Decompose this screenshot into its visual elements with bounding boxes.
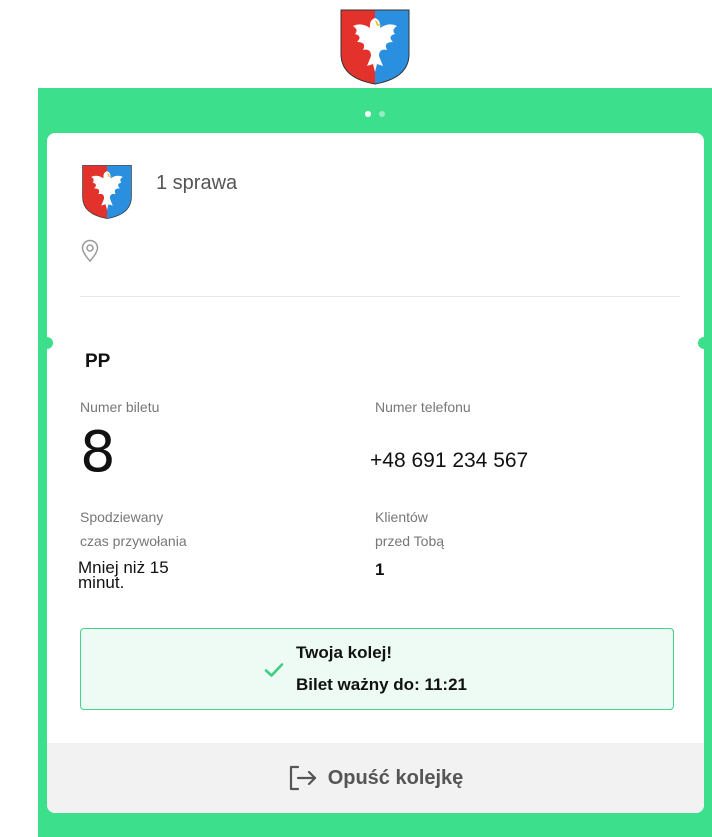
wait-time-label-line1: Spodziewany bbox=[80, 509, 164, 525]
office-title: 1 sprawa bbox=[156, 172, 238, 194]
map-pin-icon[interactable] bbox=[81, 239, 99, 263]
wait-time-label-line2: czas przywołania bbox=[80, 533, 187, 549]
status-title: Twoja kolej! bbox=[296, 643, 393, 662]
ticket-number: 8 bbox=[80, 420, 116, 485]
office-coat-of-arms-icon bbox=[81, 164, 133, 220]
clients-ahead-value: 1 bbox=[375, 560, 385, 579]
ticket-divider bbox=[80, 296, 680, 297]
clients-ahead-label-line1: Klientów bbox=[375, 509, 428, 525]
carousel-dot-1[interactable] bbox=[365, 111, 371, 117]
check-icon bbox=[264, 662, 284, 678]
ticket-valid-until: Bilet ważny do: 11:21 bbox=[296, 675, 467, 694]
ticket-notch-right bbox=[698, 337, 704, 349]
phone-number: +48 691 234 567 bbox=[370, 449, 529, 472]
carousel-dots bbox=[38, 111, 712, 117]
carousel-dot-2[interactable] bbox=[379, 111, 385, 117]
ticket-notch-left bbox=[47, 337, 53, 349]
phone-label: Numer telefonu bbox=[375, 399, 471, 415]
leave-queue-label: Opuść kolejkę bbox=[327, 766, 464, 789]
ticket-number-label: Numer biletu bbox=[80, 399, 160, 415]
leave-queue-button[interactable]: Opuść kolejkę bbox=[47, 743, 704, 813]
service-code: PP bbox=[85, 351, 111, 372]
wait-time-value: Mniej niż 15 minut. bbox=[78, 558, 169, 592]
exit-icon bbox=[288, 765, 318, 791]
top-coat-of-arms-icon bbox=[339, 8, 411, 86]
status-banner: Twoja kolej! Bilet ważny do: 11:21 bbox=[80, 628, 674, 710]
ticket-background: 1 sprawa PP Numer biletu 8 Numer telefon… bbox=[38, 88, 712, 837]
ticket-card: 1 sprawa PP Numer biletu 8 Numer telefon… bbox=[47, 133, 704, 813]
clients-ahead-label: Klientów przed Tobą bbox=[375, 505, 495, 553]
clients-ahead-label-line2: przed Tobą bbox=[375, 533, 445, 549]
wait-time-label: Spodziewany czas przywołania bbox=[80, 505, 260, 553]
